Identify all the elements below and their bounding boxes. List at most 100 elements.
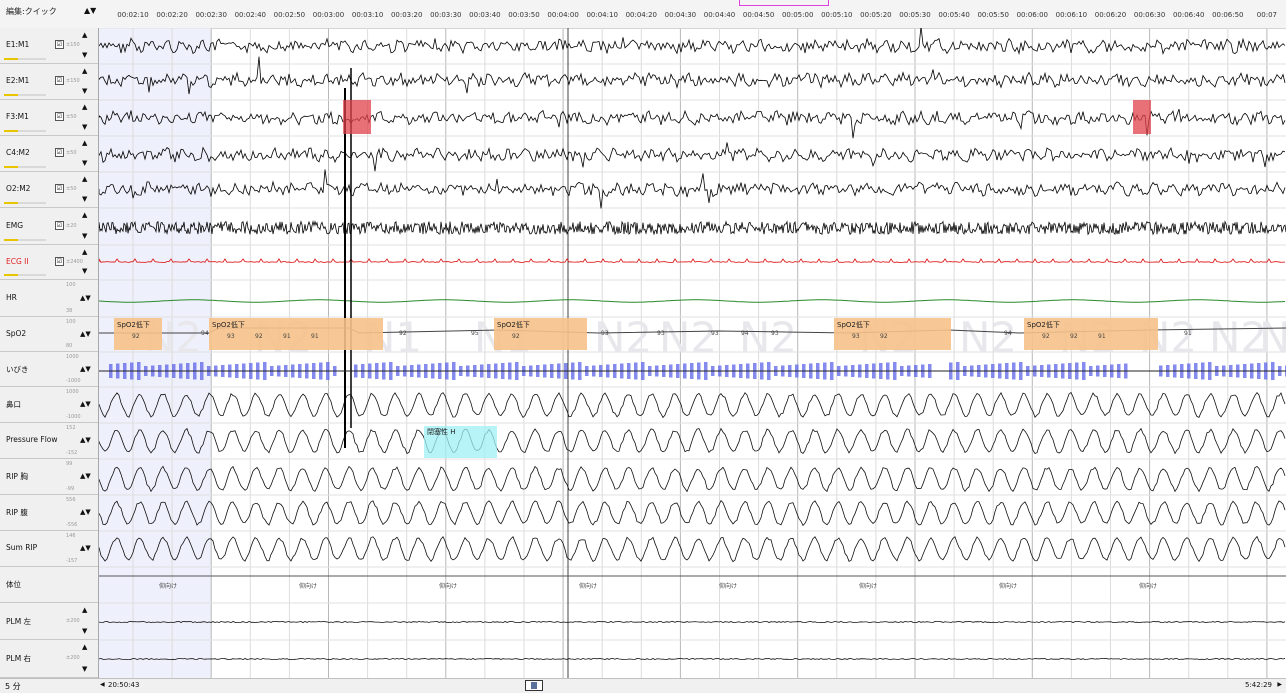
spo2-event-value: 92 — [132, 333, 140, 340]
time-tick-label: 00:05:50 — [977, 11, 1009, 19]
channel-visible-checkbox[interactable]: ☑ — [55, 256, 64, 266]
time-tick-label: 00:06:00 — [1016, 11, 1049, 19]
gain-down-icon[interactable]: ▼ — [82, 233, 87, 240]
gain-adjust-icon[interactable]: ▲▼ — [80, 472, 91, 480]
time-tick-label: 00:03:10 — [351, 11, 384, 19]
gain-up-icon[interactable]: ▲ — [82, 212, 87, 219]
channel-level-bar — [4, 202, 46, 204]
channel-level-fill — [4, 239, 18, 241]
signal-trace — [99, 56, 1286, 95]
channel-row[interactable]: いびき 1000 -1000 ▲▼ — [0, 352, 98, 387]
gain-down-icon[interactable]: ▼ — [82, 666, 87, 673]
time-tick-label: 00:06:10 — [1055, 11, 1088, 19]
channel-row[interactable]: ECG II ☑ ±2400 ▲ ▼ — [0, 245, 98, 280]
channel-scale-label: 99 — [66, 461, 73, 467]
channel-level-fill — [4, 274, 18, 276]
channel-name: E2:M1 — [6, 76, 30, 85]
epoch-length-label[interactable]: 5 分 — [5, 681, 21, 692]
gain-up-icon[interactable]: ▲ — [82, 176, 87, 183]
channel-row[interactable]: O2:M2 ☑ ±50 ▲ ▼ — [0, 172, 98, 208]
time-tick-label: 00:03:00 — [312, 11, 345, 19]
spo2-event-value: 92 — [1070, 333, 1078, 340]
channel-scale-min-label: -99 — [66, 486, 75, 492]
gain-adjust-icon[interactable]: ▲▼ — [80, 330, 91, 338]
channel-sidebar: E1:M1 ☑ ±150 ▲ ▼ E2:M1 ☑ ±150 ▲ ▼ F3:M1 ☑ ±50 ▲ ▼ C4:M2… — [0, 28, 99, 678]
channel-row[interactable]: RIP 胸 99 -99 ▲▼ — [0, 459, 98, 495]
channel-visible-checkbox[interactable]: ☑ — [55, 76, 64, 85]
gain-down-icon[interactable]: ▼ — [82, 268, 87, 275]
channel-row[interactable]: 体位 — [0, 567, 98, 603]
gain-down-icon[interactable]: ▼ — [82, 628, 87, 635]
gain-up-icon[interactable]: ▲ — [82, 644, 87, 651]
position-label: 仰向け — [859, 582, 877, 590]
time-tick-label: 00:05:20 — [860, 11, 892, 19]
gain-down-icon[interactable]: ▼ — [82, 124, 87, 131]
spo2-value-label: 93 — [771, 330, 779, 337]
channel-name: いびき — [6, 364, 29, 374]
channel-row[interactable]: Sum RIP 146 -157 ▲▼ — [0, 531, 98, 567]
signal-trace — [99, 499, 1286, 527]
channel-row[interactable]: 鼻口 1000 -1000 ▲▼ — [0, 387, 98, 423]
channel-name: RIP 腹 — [6, 508, 28, 517]
gain-down-icon[interactable]: ▼ — [82, 196, 87, 203]
channel-scale-label: 1000 — [66, 389, 79, 395]
channel-name: HR — [6, 292, 17, 302]
time-tick-label: 00:04:10 — [586, 11, 618, 19]
gain-adjust-icon[interactable]: ▲▼ — [80, 294, 91, 302]
channel-row[interactable]: HR 100 38 ▲▼ — [0, 280, 98, 317]
channel-row[interactable]: F3:M1 ☑ ±50 ▲ ▼ — [0, 100, 98, 136]
gain-up-icon[interactable]: ▲ — [82, 68, 87, 75]
gain-up-icon[interactable]: ▲ — [82, 249, 87, 256]
channel-row[interactable]: E1:M1 ☑ ±150 ▲ ▼ — [0, 28, 98, 64]
gain-down-icon[interactable]: ▼ — [82, 88, 87, 95]
gain-up-icon[interactable]: ▲ — [82, 607, 87, 614]
time-tick-label: 00:05:30 — [899, 11, 931, 19]
gain-up-icon[interactable]: ▲ — [82, 104, 87, 111]
channel-row[interactable]: RIP 腹 556 -556 ▲▼ — [0, 495, 98, 531]
channel-scale-label: ±50 — [66, 150, 77, 156]
spo2-event-value: 91 — [283, 333, 291, 340]
scroll-right-icon[interactable]: ▶ — [1277, 681, 1282, 688]
scroll-left-icon[interactable]: ◀ — [100, 681, 105, 688]
signal-trace — [99, 142, 1286, 172]
scroll-thumb[interactable] — [525, 680, 543, 691]
channel-scale-min-label: -556 — [66, 522, 78, 528]
time-tick-label: 00:04:30 — [664, 11, 697, 19]
time-tick-label: 00:04:40 — [703, 11, 736, 19]
spo2-event-value: 91 — [311, 333, 319, 340]
spo2-value-label: 94 — [201, 330, 209, 337]
channel-level-fill — [4, 130, 18, 132]
gain-adjust-icon[interactable]: ▲▼ — [80, 365, 91, 373]
signal-canvas[interactable]: N2N2N1N1N2N2N2N2N2N2N2N2N1SpO2低下92SpO2低下… — [99, 28, 1286, 678]
signal-plot[interactable]: N2N2N1N1N2N2N2N2N2N2N2N2N1SpO2低下92SpO2低下… — [99, 28, 1286, 678]
edit-mode-arrows-icon[interactable]: ▲▼ — [84, 6, 96, 15]
spo2-value-label: 94 — [1004, 330, 1012, 337]
gain-adjust-icon[interactable]: ▲▼ — [80, 436, 91, 444]
channel-row[interactable]: E2:M1 ☑ ±150 ▲ ▼ — [0, 64, 98, 100]
position-label: 仰向け — [719, 582, 737, 590]
channel-visible-checkbox[interactable]: ☑ — [55, 220, 64, 230]
channel-visible-checkbox[interactable]: ☑ — [55, 148, 64, 157]
channel-row[interactable]: PLM 右 ±200 ▲ ▼ — [0, 640, 98, 678]
time-tick-label: 00:05:00 — [781, 11, 814, 19]
scroll-thumb-grip[interactable] — [531, 682, 537, 689]
channel-row[interactable]: SpO2 100 80 ▲▼ — [0, 317, 98, 352]
gain-down-icon[interactable]: ▼ — [82, 160, 87, 167]
channel-visible-checkbox[interactable]: ☑ — [55, 112, 64, 121]
channel-row[interactable]: C4:M2 ☑ ±50 ▲ ▼ — [0, 136, 98, 172]
spo2-event-label: SpO2低下 — [497, 320, 530, 329]
gain-adjust-icon[interactable]: ▲▼ — [80, 508, 91, 516]
time-tick-label: 00:02:10 — [117, 11, 149, 19]
channel-visible-checkbox[interactable]: ☑ — [55, 40, 64, 49]
channel-row[interactable]: EMG ☑ ±20 ▲ ▼ — [0, 208, 98, 245]
gain-adjust-icon[interactable]: ▲▼ — [80, 400, 91, 408]
channel-row[interactable]: Pressure Flow 152 -152 ▲▼ — [0, 423, 98, 459]
channel-row[interactable]: PLM 左 ±200 ▲ ▼ — [0, 603, 98, 640]
channel-visible-checkbox[interactable]: ☑ — [55, 184, 64, 193]
gain-down-icon[interactable]: ▼ — [82, 52, 87, 59]
edit-mode-label[interactable]: 編集:クイック — [6, 6, 57, 17]
current-view-marker[interactable] — [739, 0, 829, 6]
gain-adjust-icon[interactable]: ▲▼ — [80, 544, 91, 552]
gain-up-icon[interactable]: ▲ — [82, 140, 87, 147]
gain-up-icon[interactable]: ▲ — [82, 32, 87, 39]
